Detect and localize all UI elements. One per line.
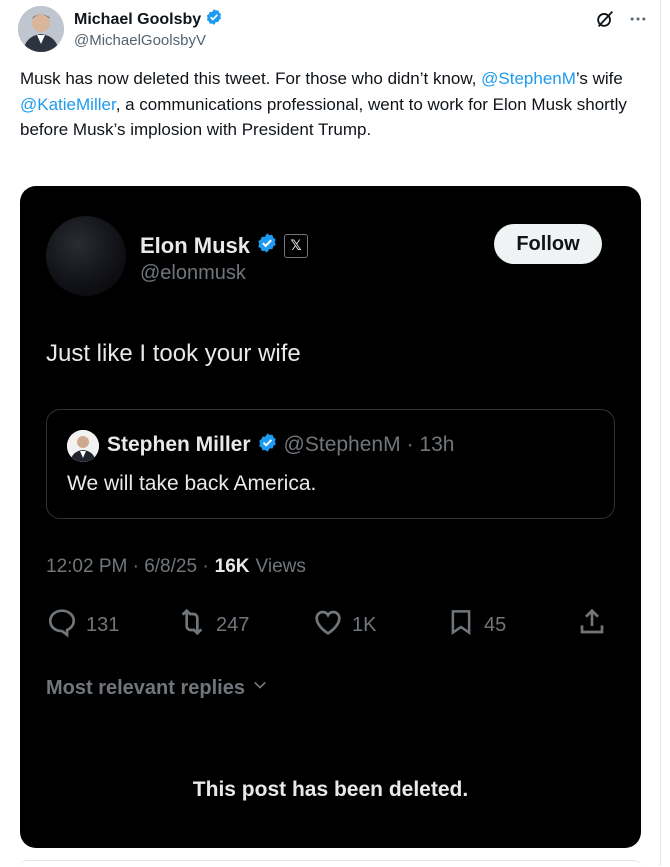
verified-badge-icon	[257, 432, 278, 458]
quote-author-row: Stephen Miller @StephenM · 13h	[107, 432, 454, 458]
quote-author-handle: @StephenM	[283, 433, 401, 456]
repost-count: 247	[216, 613, 250, 636]
chevron-down-icon	[251, 676, 269, 700]
post-header: Michael Goolsby @MichaelGoolsbyV	[18, 6, 648, 56]
like-count: 1K	[352, 613, 377, 636]
reply-count: 131	[86, 613, 120, 636]
quoted-post: Stephen Miller @StephenM · 13h We will t…	[46, 409, 615, 519]
bookmark-icon	[446, 606, 476, 644]
action-bar: 131 247 1K 45	[46, 606, 616, 642]
author-row: Michael Goolsby	[74, 8, 223, 31]
avatar[interactable]	[18, 6, 64, 52]
author-handle[interactable]: @MichaelGoolsbyV	[74, 32, 206, 49]
quote-text: We will take back America.	[67, 472, 317, 495]
embed-time: 12:02 PM · 6/8/25 ·	[46, 556, 209, 577]
repost-action: 247	[176, 606, 249, 644]
more-icon[interactable]	[628, 9, 648, 34]
like-icon	[312, 606, 344, 644]
reply-icon	[46, 606, 78, 644]
x-logo-icon: 𝕏	[284, 233, 309, 258]
embedded-screenshot[interactable]: Elon Musk 𝕏 @elonmusk Follow Just like I…	[20, 186, 641, 848]
quote-avatar	[67, 430, 99, 462]
bookmark-count: 45	[484, 613, 507, 636]
reply-action: 131	[46, 606, 119, 644]
verified-badge-icon	[205, 8, 223, 31]
author-name[interactable]: Michael Goolsby	[74, 11, 201, 29]
follow-button: Follow	[494, 224, 602, 264]
mention-link[interactable]: @StephenM	[481, 69, 576, 88]
like-action: 1K	[312, 606, 376, 644]
share-icon	[576, 606, 608, 644]
bookmark-action: 45	[446, 606, 506, 644]
views-label: Views	[255, 556, 306, 577]
repost-icon	[176, 606, 208, 644]
post-container: Michael Goolsby @MichaelGoolsbyV Musk ha…	[0, 0, 661, 866]
embed-author-handle: @elonmusk	[140, 262, 246, 284]
replies-sort-label: Most relevant replies	[46, 676, 245, 699]
text-mid: ’s wife	[575, 69, 623, 88]
mention-link[interactable]: @KatieMiller	[20, 95, 116, 114]
text-prefix: Musk has now deleted this tweet. For tho…	[20, 69, 482, 88]
header-actions	[594, 8, 648, 35]
embed-author-name: Elon Musk	[140, 232, 251, 258]
quote-author-name: Stephen Miller	[107, 433, 251, 456]
post-text: Musk has now deleted this tweet. For tho…	[20, 66, 640, 143]
embed-meta: 12:02 PM · 6/8/25 · 16K Views	[46, 556, 306, 578]
replies-sort: Most relevant replies	[46, 676, 269, 700]
share-action	[576, 606, 608, 644]
embed-post-text: Just like I took your wife	[46, 340, 301, 367]
verified-badge-icon	[256, 232, 278, 259]
grok-icon[interactable]	[594, 8, 616, 35]
quote-time: · 13h	[406, 433, 455, 456]
embed-avatar	[46, 216, 126, 296]
views-count: 16K	[214, 556, 250, 577]
deleted-notice: This post has been deleted.	[192, 778, 469, 801]
embed-author-row: Elon Musk 𝕏	[140, 232, 309, 259]
